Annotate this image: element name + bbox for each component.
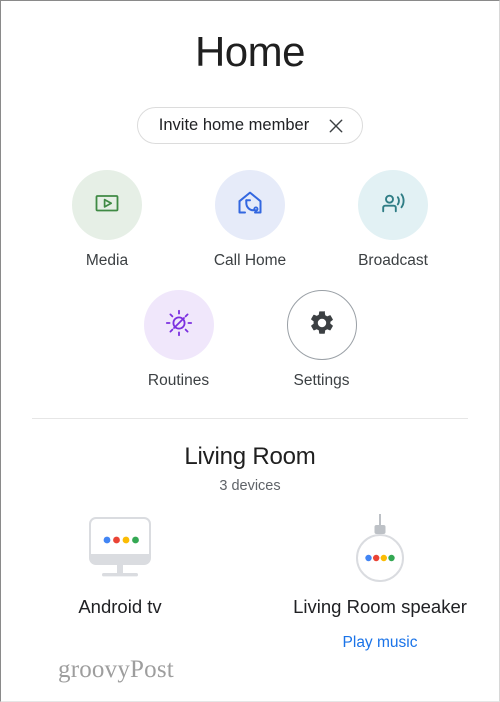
device-action-play-music[interactable]: Play music <box>343 634 418 652</box>
watermark: groovyPost <box>58 656 174 683</box>
quick-actions-row-1: Media Call Home Broadcast <box>1 170 499 270</box>
action-broadcast-circle <box>358 170 428 241</box>
action-routines[interactable]: Routines <box>125 290 233 390</box>
action-call-home[interactable]: Call Home <box>196 170 304 270</box>
action-media-label: Media <box>85 252 129 270</box>
action-media[interactable]: Media <box>53 170 161 270</box>
page-title: Home <box>194 28 306 75</box>
action-settings-label: Settings <box>293 372 350 390</box>
invite-home-member-chip[interactable]: Invite home member <box>136 107 364 145</box>
action-call-home-circle <box>215 170 285 241</box>
room-name: Living Room <box>184 443 316 471</box>
device-card-living-room-speaker[interactable]: Living Room speaker Play music <box>293 512 467 652</box>
tv-monitor-icon <box>78 512 162 590</box>
action-broadcast-label: Broadcast <box>358 252 428 270</box>
device-name-android-tv: Android tv <box>78 596 162 618</box>
quick-actions: Media Call Home Broadcast Routines Setti… <box>1 170 499 390</box>
action-settings[interactable]: Settings <box>268 290 376 390</box>
home-screen: Home Invite home member Media Call Home … <box>0 0 500 702</box>
house-phone-icon <box>234 187 266 224</box>
quick-actions-row-2: Routines Settings <box>1 290 499 390</box>
device-card-android-tv[interactable]: Android tv <box>45 512 195 652</box>
close-icon[interactable] <box>327 117 345 135</box>
action-settings-circle <box>286 290 357 361</box>
device-name-living-room-speaker: Living Room speaker <box>293 596 467 618</box>
room-device-count: 3 devices <box>219 478 281 495</box>
hanging-speaker-icon <box>345 512 415 590</box>
action-routines-circle <box>143 290 214 361</box>
gear-icon <box>308 309 336 342</box>
action-media-circle <box>72 170 142 241</box>
device-list: Android tv Living Room speaker Play musi… <box>1 512 499 652</box>
action-call-home-label: Call Home <box>213 252 287 270</box>
action-routines-label: Routines <box>147 372 210 390</box>
invite-chip-label: Invite home member <box>158 116 310 135</box>
action-broadcast[interactable]: Broadcast <box>339 170 447 270</box>
video-play-icon <box>92 188 122 223</box>
room-section: Living Room 3 devices <box>1 419 499 494</box>
person-broadcast-icon <box>377 187 409 224</box>
invite-chip-row: Invite home member <box>1 107 499 145</box>
sun-slash-icon <box>163 307 195 344</box>
